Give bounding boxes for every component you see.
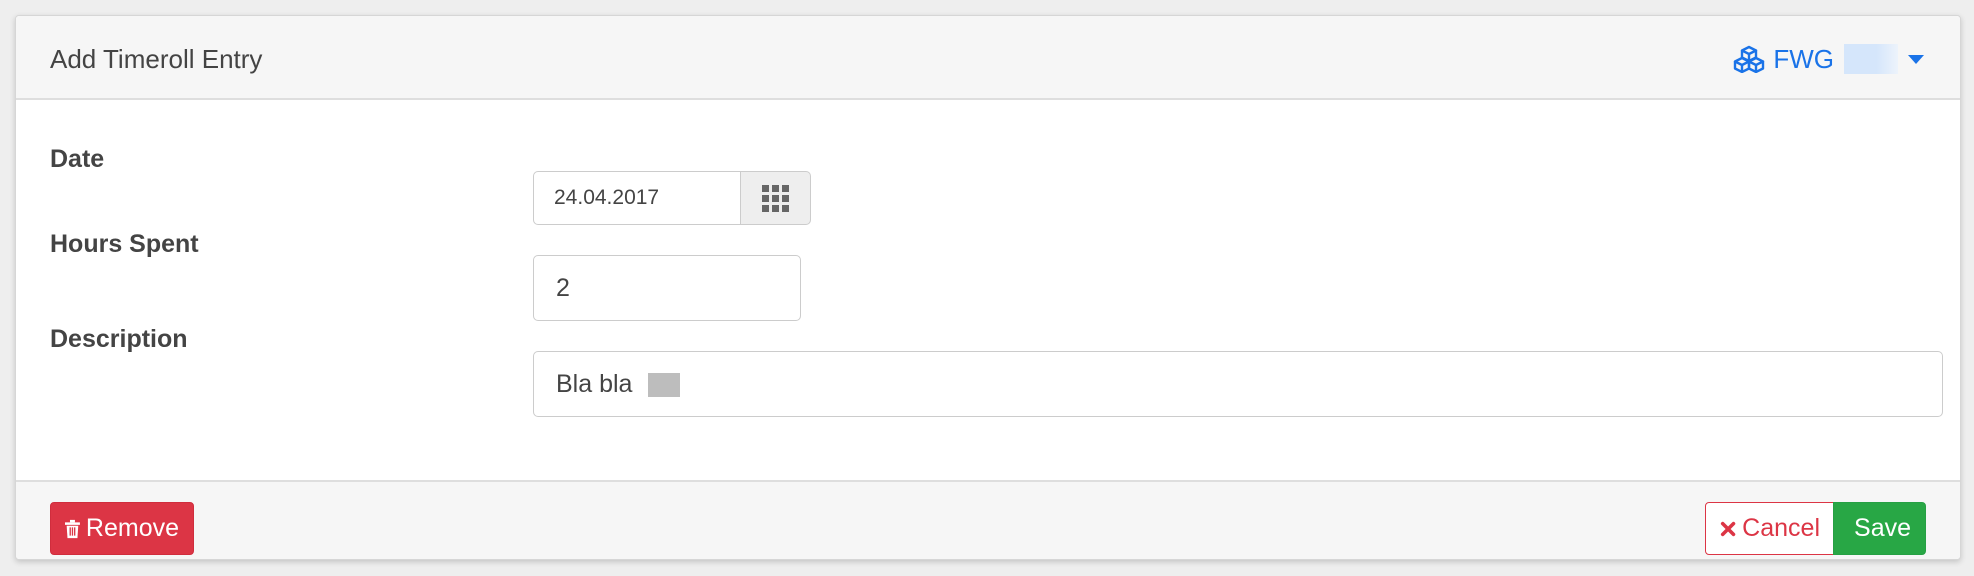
remove-button[interactable]: Remove [50, 502, 194, 555]
redacted-org-suffix [1844, 44, 1898, 74]
close-icon [1720, 521, 1736, 536]
calendar-button[interactable] [741, 171, 811, 225]
organization-dropdown[interactable]: FWG [1733, 42, 1924, 76]
save-button[interactable]: Save [1833, 502, 1926, 555]
card-footer: Remove Cancel Save [16, 480, 1960, 559]
description-label: Description [50, 325, 188, 353]
hours-spent-label: Hours Spent [50, 230, 199, 258]
date-picker [533, 171, 811, 225]
cancel-button[interactable]: Cancel [1705, 502, 1835, 555]
organization-name: FWG [1773, 43, 1834, 74]
save-button-label: Save [1854, 514, 1911, 542]
cancel-button-label: Cancel [1742, 514, 1820, 542]
card-header: Add Timeroll Entry FWG [16, 16, 1960, 100]
cubes-icon [1734, 45, 1765, 73]
date-label: Date [50, 145, 105, 173]
description-input[interactable] [533, 351, 1943, 417]
calendar-grid-icon [762, 184, 789, 212]
description-field [533, 351, 1943, 417]
caret-down-icon [1908, 54, 1924, 64]
trash-icon [65, 519, 80, 538]
date-input[interactable] [533, 171, 741, 225]
remove-button-label: Remove [85, 514, 179, 542]
page-title: Add Timeroll Entry [50, 44, 263, 74]
timeroll-entry-card: Add Timeroll Entry FWG Date H [15, 15, 1961, 560]
entry-form: Date Hours Spent Description [16, 100, 1960, 480]
redacted-description-text [648, 373, 680, 397]
hours-spent-input[interactable] [533, 255, 801, 321]
